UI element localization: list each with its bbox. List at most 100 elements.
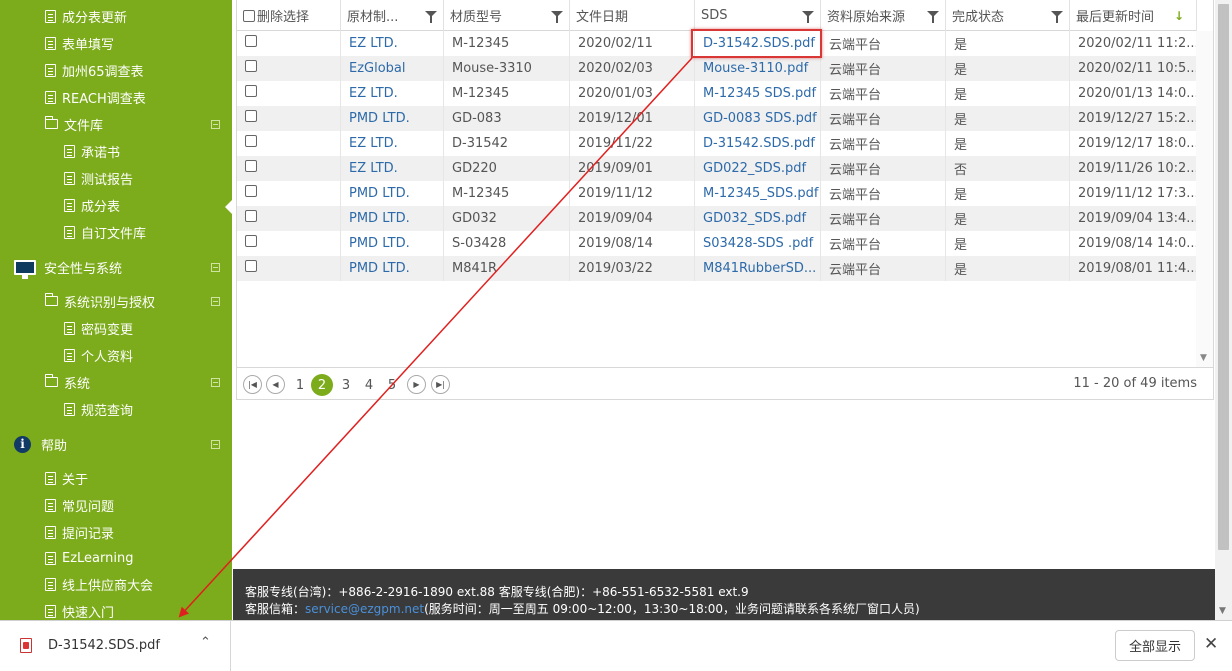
sidebar-item[interactable]: 提问记录 bbox=[0, 519, 232, 545]
sds-file-link[interactable]: M-12345 SDS.pdf bbox=[695, 81, 821, 106]
sidebar-item[interactable]: 文件库 bbox=[0, 111, 232, 137]
row-checkbox[interactable] bbox=[245, 59, 257, 72]
row-checkbox[interactable] bbox=[245, 34, 257, 47]
sidebar-item[interactable]: 成分表 bbox=[0, 192, 232, 218]
table-row[interactable]: EZ LTD. GD220 2019/09/01 GD022_SDS.pdf 云端平台否… bbox=[237, 156, 1197, 181]
column-header[interactable]: 资料原始来源 bbox=[821, 0, 946, 31]
sidebar-item[interactable]: 密码变更 bbox=[0, 315, 232, 341]
sds-file-link[interactable]: Mouse-3110.pdf bbox=[695, 56, 821, 81]
select-all-checkbox[interactable] bbox=[243, 9, 255, 22]
row-checkbox[interactable] bbox=[245, 159, 257, 172]
row-checkbox[interactable] bbox=[245, 84, 257, 97]
column-header[interactable]: SDS bbox=[695, 0, 821, 31]
page-number[interactable]: 5 bbox=[381, 374, 403, 396]
sidebar-item[interactable]: 成分表更新 bbox=[0, 3, 232, 29]
table-row[interactable]: EZ LTD. M-12345 2020/02/11 D-31542.SDS.pdf 云… bbox=[237, 31, 1197, 56]
table-row[interactable]: EzGlobal Mouse-3310 2020/02/03 Mouse-3110.p… bbox=[237, 56, 1197, 81]
sidebar-item[interactable]: EzLearning bbox=[0, 545, 232, 571]
sidebar-item[interactable]: REACH调查表 bbox=[0, 84, 232, 110]
cell-supplier[interactable]: EzGlobal bbox=[341, 56, 444, 81]
table-row[interactable]: EZ LTD. M-12345 2020/01/03 M-12345 SDS.pdf 云… bbox=[237, 81, 1197, 106]
filter-icon[interactable] bbox=[802, 11, 814, 23]
download-file-name[interactable]: D-31542.SDS.pdf bbox=[48, 638, 160, 653]
sds-file-link[interactable]: GD032_SDS.pdf bbox=[695, 206, 821, 231]
grid-scrollbar[interactable]: ▼ bbox=[1196, 31, 1213, 367]
next-page-icon[interactable]: ▶ bbox=[407, 375, 426, 394]
page-number[interactable]: 1 bbox=[289, 374, 311, 396]
table-row[interactable]: PMD LTD. M841R 2019/03/22 M841RubberSD... 云端… bbox=[237, 256, 1197, 281]
sidebar-item[interactable]: 常见问题 bbox=[0, 492, 232, 518]
download-item[interactable]: D-31542.SDS.pdf ⌃ bbox=[0, 621, 231, 671]
cell-supplier[interactable]: EZ LTD. bbox=[341, 131, 444, 156]
column-header[interactable]: 材质型号 bbox=[444, 0, 570, 31]
sidebar-item[interactable]: 系统 bbox=[0, 369, 232, 395]
close-icon[interactable]: ✕ bbox=[1204, 634, 1218, 654]
sidebar-item[interactable]: 测试报告 bbox=[0, 165, 232, 191]
collapse-icon[interactable] bbox=[211, 262, 220, 272]
cell-supplier[interactable]: PMD LTD. bbox=[341, 256, 444, 281]
sidebar-item[interactable]: 承诺书 bbox=[0, 138, 232, 164]
cell-supplier[interactable]: PMD LTD. bbox=[341, 106, 444, 131]
cell-supplier[interactable]: PMD LTD. bbox=[341, 231, 444, 256]
sds-file-link[interactable]: D-31542.SDS.pdf bbox=[695, 31, 821, 56]
cell-supplier[interactable]: EZ LTD. bbox=[341, 156, 444, 181]
column-header[interactable]: 最后更新时间 ↓ bbox=[1070, 0, 1197, 31]
filter-icon[interactable] bbox=[425, 11, 437, 23]
table-row[interactable]: PMD LTD. GD-083 2019/12/01 GD-0083 SDS.pdf 云… bbox=[237, 106, 1197, 131]
collapse-icon[interactable] bbox=[211, 296, 220, 306]
filter-icon[interactable] bbox=[551, 11, 563, 23]
prev-page-icon[interactable]: ◀ bbox=[266, 375, 285, 394]
sds-file-link[interactable]: M841RubberSD... bbox=[695, 256, 821, 281]
scroll-thumb[interactable] bbox=[1218, 4, 1229, 550]
sidebar-item[interactable]: 关于 bbox=[0, 465, 232, 491]
collapse-icon[interactable] bbox=[211, 377, 220, 387]
sds-file-link[interactable]: M-12345_SDS.pdf bbox=[695, 181, 821, 206]
sidebar-item[interactable]: 个人资料 bbox=[0, 342, 232, 368]
row-checkbox[interactable] bbox=[245, 184, 257, 197]
row-checkbox[interactable] bbox=[245, 209, 257, 222]
row-checkbox[interactable] bbox=[245, 109, 257, 122]
row-checkbox[interactable] bbox=[245, 259, 257, 272]
table-row[interactable]: PMD LTD. M-12345 2019/11/12 M-12345_SDS.pdf… bbox=[237, 181, 1197, 206]
filter-icon[interactable] bbox=[927, 11, 939, 23]
cell-supplier[interactable]: PMD LTD. bbox=[341, 206, 444, 231]
email-link[interactable]: service@ezgpm.net bbox=[305, 602, 424, 616]
page-number[interactable]: 3 bbox=[335, 374, 357, 396]
sidebar-item[interactable]: 线上供应商大会 bbox=[0, 571, 232, 597]
sidebar-item[interactable]: 自订文件库 bbox=[0, 219, 232, 245]
first-page-icon[interactable]: |◀ bbox=[243, 375, 262, 394]
sidebar-item[interactable]: 表单填写 bbox=[0, 30, 232, 56]
sds-file-link[interactable]: GD022_SDS.pdf bbox=[695, 156, 821, 181]
sds-file-link[interactable]: S03428-SDS .pdf bbox=[695, 231, 821, 256]
sidebar-item[interactable]: 系统识别与授权 bbox=[0, 288, 232, 314]
column-header[interactable]: 文件日期 bbox=[570, 0, 695, 31]
page-scrollbar[interactable]: ▼ bbox=[1215, 0, 1232, 620]
sort-desc-icon[interactable]: ↓ bbox=[1174, 9, 1184, 23]
page-number[interactable]: 2 bbox=[311, 374, 333, 396]
collapse-icon[interactable] bbox=[211, 119, 220, 129]
cell-supplier[interactable]: EZ LTD. bbox=[341, 31, 444, 56]
sidebar-item[interactable]: 规范查询 bbox=[0, 396, 232, 422]
row-checkbox[interactable] bbox=[245, 134, 257, 147]
collapse-icon[interactable] bbox=[211, 439, 220, 449]
row-checkbox[interactable] bbox=[245, 234, 257, 247]
table-row[interactable]: EZ LTD. D-31542 2019/11/22 D-31542.SDS.pdf 云… bbox=[237, 131, 1197, 156]
column-header[interactable]: 完成状态 bbox=[946, 0, 1070, 31]
column-header[interactable]: 原材制... bbox=[341, 0, 444, 31]
table-row[interactable]: PMD LTD. S-03428 2019/08/14 S03428-SDS .pdf… bbox=[237, 231, 1197, 256]
sidebar-item[interactable]: 快速入门 bbox=[0, 598, 232, 620]
sds-file-link[interactable]: D-31542.SDS.pdf bbox=[695, 131, 821, 156]
column-header[interactable]: 删除选择 bbox=[237, 0, 341, 31]
chevron-up-icon[interactable]: ⌃ bbox=[200, 635, 211, 650]
sds-file-link[interactable]: GD-0083 SDS.pdf bbox=[695, 106, 821, 131]
scroll-down-icon[interactable]: ▼ bbox=[1200, 353, 1207, 363]
sidebar-item[interactable]: i 帮助 bbox=[0, 431, 232, 457]
cell-supplier[interactable]: EZ LTD. bbox=[341, 81, 444, 106]
show-all-button[interactable]: 全部显示 bbox=[1115, 630, 1195, 661]
sidebar-item[interactable]: 加州65调查表 bbox=[0, 57, 232, 83]
page-number[interactable]: 4 bbox=[358, 374, 380, 396]
scroll-down-icon[interactable]: ▼ bbox=[1219, 606, 1226, 616]
cell-supplier[interactable]: PMD LTD. bbox=[341, 181, 444, 206]
last-page-icon[interactable]: ▶| bbox=[431, 375, 450, 394]
filter-icon[interactable] bbox=[1051, 11, 1063, 23]
